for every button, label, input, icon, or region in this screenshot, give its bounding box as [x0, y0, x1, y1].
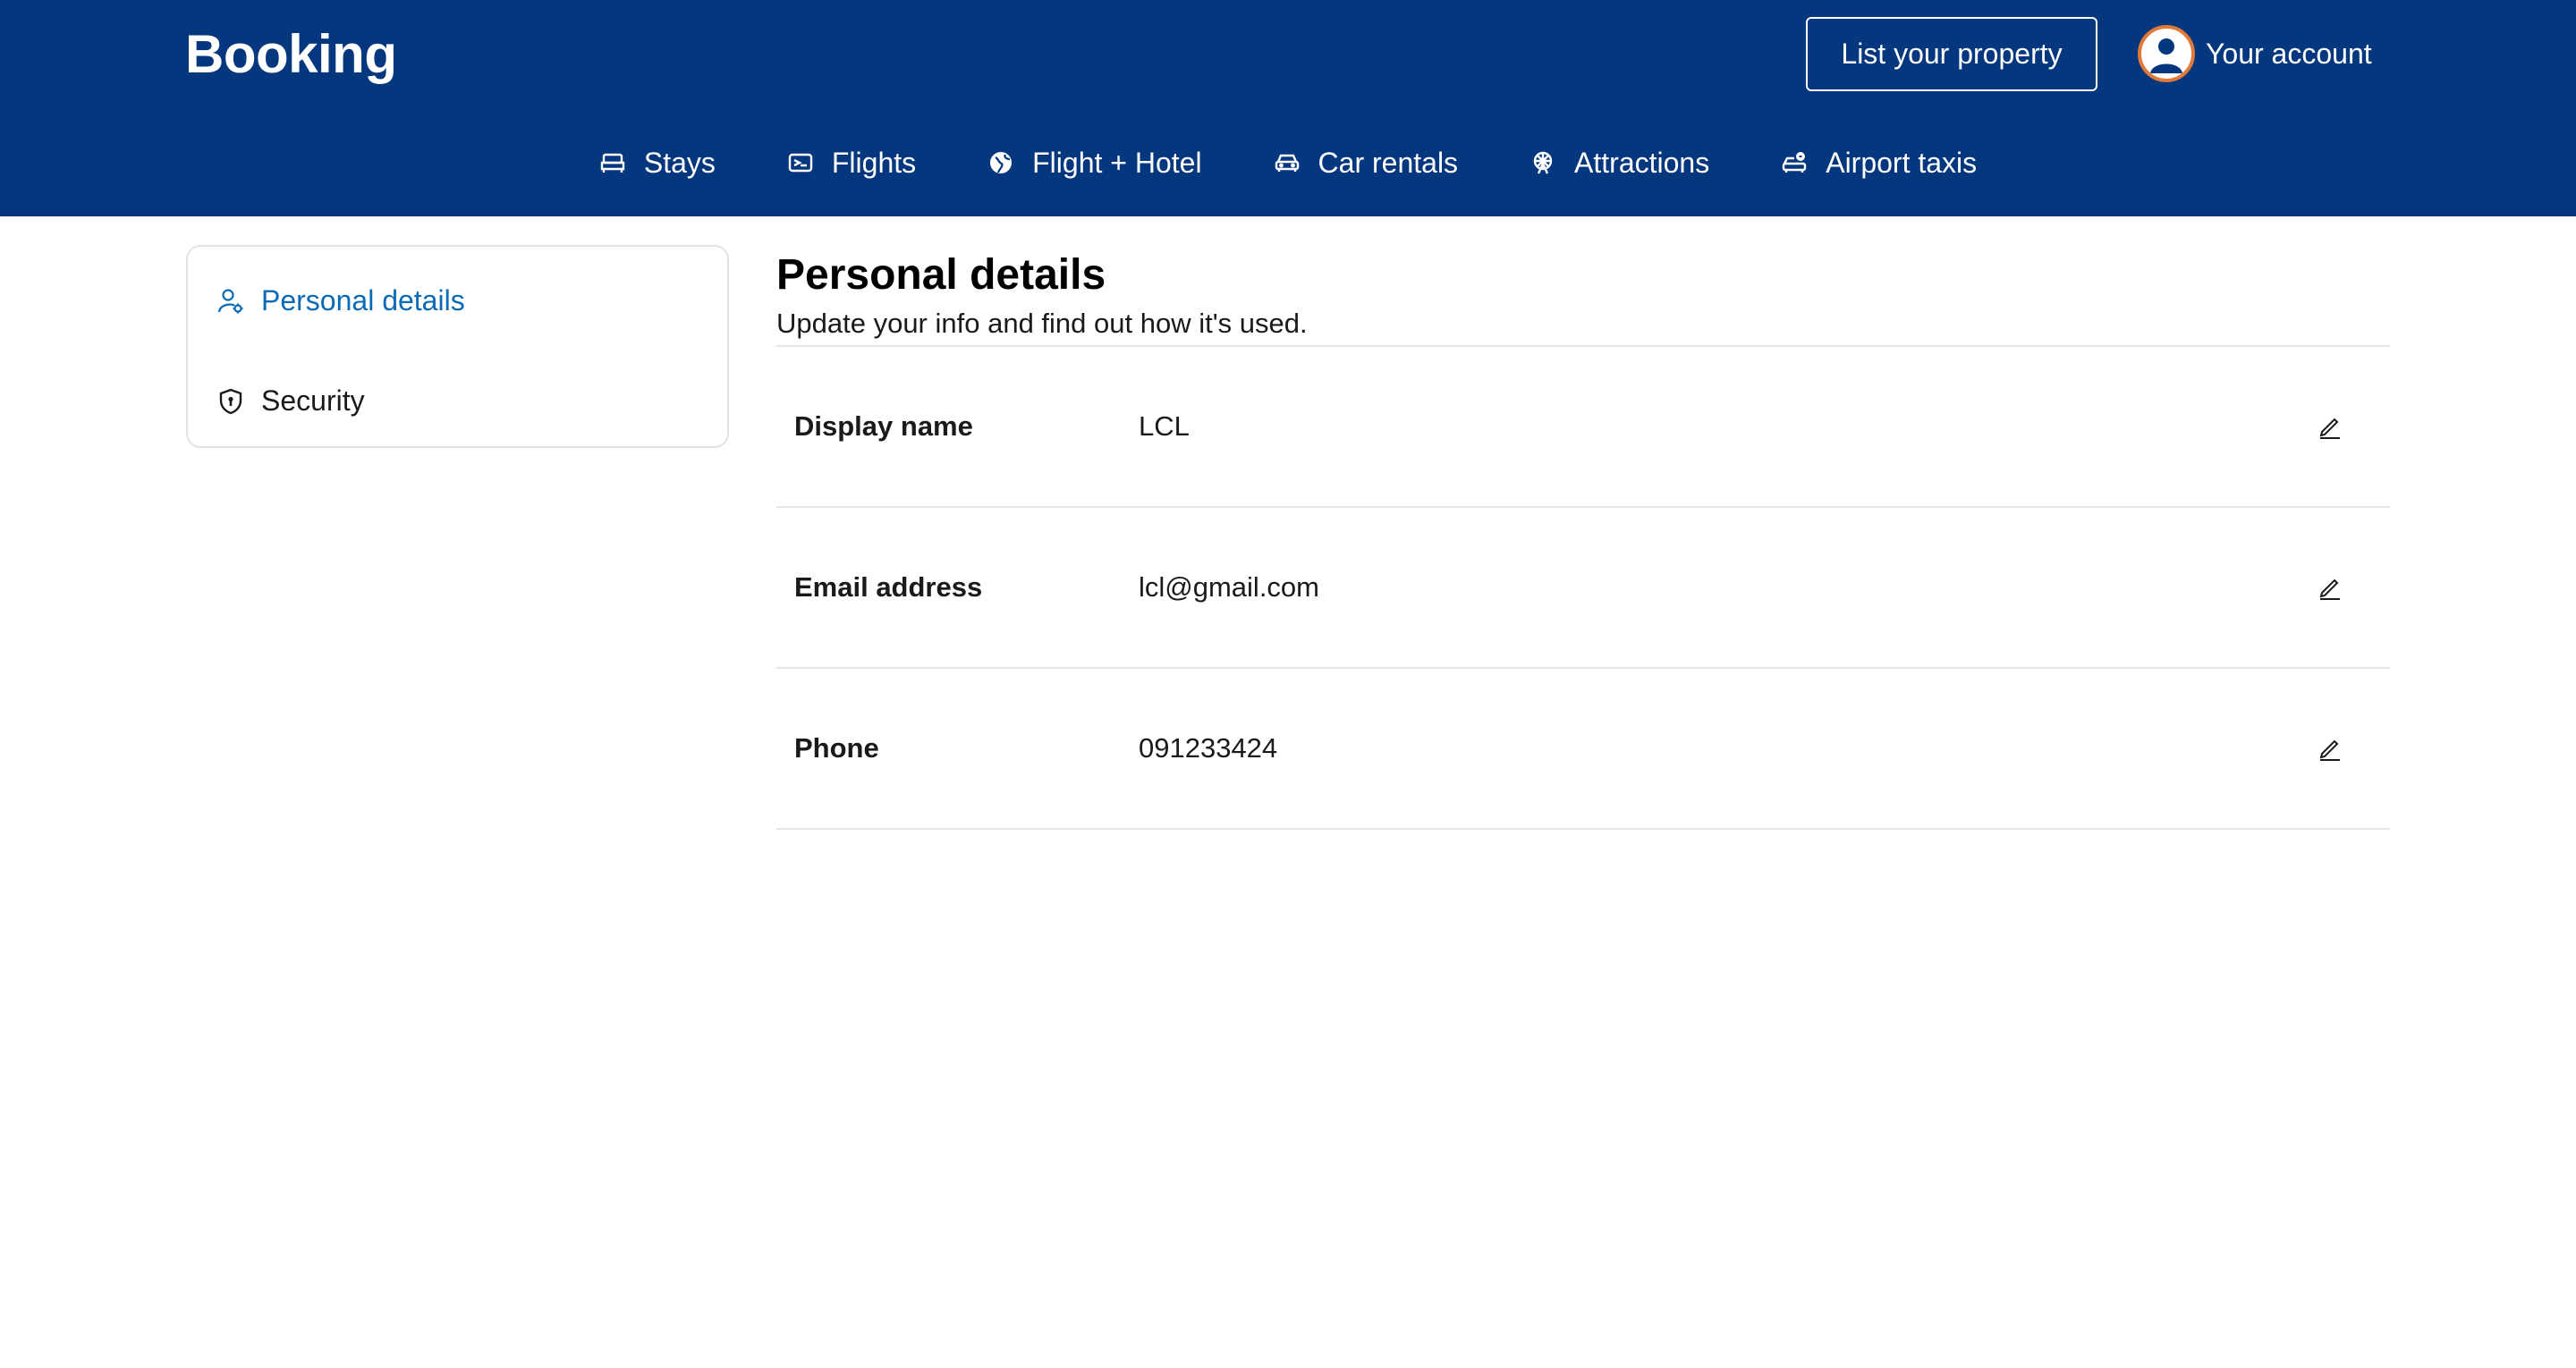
row-label: Display name [794, 410, 973, 442]
nav-item-label: Car rentals [1318, 146, 1459, 179]
sidebar-item-personal-details[interactable]: Personal details [216, 284, 465, 317]
nav-item-label: Stays [643, 146, 716, 179]
sidebar-item-security[interactable]: Security [216, 384, 365, 418]
plane-icon [787, 149, 814, 176]
row-value: 091233424 [1139, 732, 1278, 764]
nav-item-label: Flights [831, 146, 917, 179]
car-icon [1274, 149, 1301, 176]
details-list: Display name LCL Email address lcl@gmail… [776, 345, 2390, 830]
nav-item-car-rentals[interactable]: Car rentals [1274, 146, 1459, 180]
detail-row-email-address: Email address lcl@gmail.com [776, 508, 2390, 669]
user-settings-icon [216, 287, 245, 316]
logo[interactable]: Booking [185, 23, 397, 85]
sidebar-item-label: Personal details [261, 284, 465, 317]
globe-icon [987, 149, 1014, 176]
detail-row-display-name: Display name LCL [776, 347, 2390, 508]
detail-row-phone: Phone 091233424 [776, 669, 2390, 830]
nav-item-attractions[interactable]: Attractions [1530, 147, 1709, 180]
ferris-wheel-icon [1530, 149, 1556, 176]
top-header: Booking List your property Your account … [0, 0, 2576, 216]
your-account-button[interactable]: Your account [2138, 23, 2372, 84]
row-value: LCL [1139, 410, 1190, 442]
edit-pencil-icon[interactable] [2315, 572, 2345, 603]
nav-item-label: Attractions [1574, 146, 1710, 179]
nav-item-flights[interactable]: Flights [787, 147, 916, 180]
nav-item-label: Airport taxis [1826, 146, 1978, 179]
nav-item-flight-hotel[interactable]: Flight + Hotel [987, 146, 1202, 180]
main-nav: Stays Flights Flight + Hotel Car rentals… [0, 136, 2576, 190]
avatar [2138, 25, 2195, 82]
user-icon [2150, 38, 2182, 73]
sidebar-item-label: Security [261, 384, 365, 417]
page-title: Personal details [776, 251, 1106, 299]
nav-item-stays[interactable]: Stays [599, 147, 716, 180]
your-account-label: Your account [2206, 37, 2372, 70]
row-value: lcl@gmail.com [1139, 571, 1319, 603]
edit-pencil-icon[interactable] [2315, 411, 2345, 442]
taxi-icon [1781, 149, 1808, 176]
nav-item-label: Flight + Hotel [1032, 146, 1202, 179]
row-label: Phone [794, 732, 879, 764]
nav-item-airport-taxis[interactable]: Airport taxis [1781, 147, 1977, 180]
list-your-property-button[interactable]: List your property [1806, 17, 2097, 91]
page-subtitle: Update your info and find out how it's u… [776, 308, 1308, 339]
account-sidebar: Personal details Security [186, 245, 729, 448]
edit-pencil-icon[interactable] [2315, 733, 2345, 764]
bed-icon [599, 149, 626, 176]
row-label: Email address [794, 571, 983, 603]
shield-icon [216, 387, 245, 416]
personal-details-panel: Personal details Update your info and fi… [776, 250, 2390, 830]
